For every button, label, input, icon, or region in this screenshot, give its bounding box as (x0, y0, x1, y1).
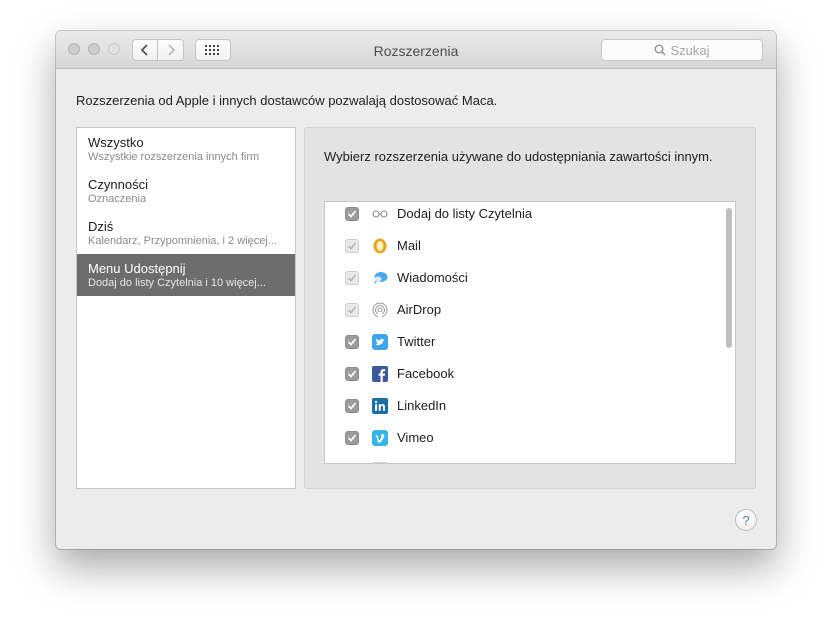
search-icon (655, 44, 666, 56)
extension-label: Dodaj do listy Czytelnia (397, 206, 533, 221)
list-item-linkedin: LinkedIn (325, 390, 721, 422)
facebook-icon (372, 366, 388, 382)
sidebar-item-title: Menu Udostępnij (88, 261, 186, 276)
extension-icon (372, 462, 388, 463)
list-item-vimeo: Vimeo (325, 422, 721, 454)
extension-label: Vimeo (397, 430, 434, 445)
vimeo-icon (372, 430, 388, 446)
extension-checkbox[interactable] (345, 463, 359, 464)
list-item-facebook: Facebook (325, 358, 721, 390)
extension-checkbox[interactable] (345, 431, 359, 445)
sidebar-item-title: Wszystko (88, 135, 144, 150)
list-item-reading-list: Dodaj do listy Czytelnia (325, 202, 721, 230)
panel-instruction: Wybierz rozszerzenia używane do udostępn… (324, 149, 713, 164)
sidebar-item-share-menu[interactable]: Menu Udostępnij Dodaj do listy Czytelnia… (77, 254, 295, 296)
airdrop-icon (372, 302, 388, 318)
extensions-list[interactable]: Dodaj do listy Czytelnia Mail Wiadomości… (324, 201, 736, 464)
checkmark-icon (347, 306, 357, 314)
checkmark-icon (347, 338, 357, 346)
checkmark-icon (347, 210, 357, 218)
extension-checkbox[interactable] (345, 207, 359, 221)
extension-checkbox[interactable] (345, 399, 359, 413)
sidebar-item-subtitle: Oznaczenia (88, 193, 147, 205)
sidebar-item-actions[interactable]: Czynności Oznaczenia (77, 170, 295, 212)
sidebar-item-title: Dziś (88, 219, 114, 234)
title-bar: Rozszerzenia Szukaj (56, 31, 776, 69)
extension-label: Mail (397, 238, 421, 253)
help-label: ? (742, 512, 750, 528)
list-item-airdrop: AirDrop (325, 294, 721, 326)
sidebar-item-subtitle: Kalendarz, Przypomnienia, i 2 więcej... (88, 235, 277, 247)
help-button[interactable]: ? (735, 509, 757, 531)
extension-checkbox[interactable] (345, 335, 359, 349)
sidebar-item-subtitle: Wszystkie rozszerzenia innych firm (88, 151, 260, 163)
reading-list-icon (372, 206, 388, 222)
extension-label: AirDrop (397, 302, 442, 317)
description-text: Rozszerzenia od Apple i innych dostawców… (76, 93, 498, 108)
extension-checkbox (345, 303, 359, 317)
sidebar-item-all[interactable]: Wszystko Wszystkie rozszerzenia innych f… (77, 128, 295, 170)
checkmark-icon (347, 370, 357, 378)
list-item-twitter: Twitter (325, 326, 721, 358)
sidebar-item-title: Czynności (88, 177, 148, 192)
sidebar-item-today[interactable]: Dziś Kalendarz, Przypomnienia, i 2 więce… (77, 212, 295, 254)
sidebar-item-subtitle: Dodaj do listy Czytelnia i 10 więcej... (88, 277, 266, 289)
twitter-icon (372, 334, 388, 350)
list-scrollbar[interactable] (726, 208, 732, 348)
list-item-mail: Mail (325, 230, 721, 262)
extension-checkbox (345, 271, 359, 285)
mail-icon (372, 238, 388, 254)
messages-icon (372, 270, 388, 286)
extension-checkbox[interactable] (345, 367, 359, 381)
list-item-messages: Wiadomości (325, 262, 721, 294)
extensions-sidebar: Wszystko Wszystkie rozszerzenia innych f… (76, 127, 296, 489)
extension-label: LinkedIn (397, 398, 447, 413)
checkmark-icon (347, 434, 357, 442)
checkmark-icon (347, 274, 357, 282)
search-placeholder: Szukaj (670, 42, 710, 58)
preferences-window: Rozszerzenia Szukaj Rozszerzenia od Appl… (56, 31, 776, 549)
extension-label: Twitter (397, 334, 436, 349)
linkedin-icon (372, 398, 388, 414)
search-field[interactable]: Szukaj (601, 39, 763, 61)
checkmark-icon (347, 242, 357, 250)
extension-checkbox (345, 239, 359, 253)
share-menu-panel: Wybierz rozszerzenia używane do udostępn… (304, 127, 756, 489)
extension-label: Facebook (397, 366, 455, 381)
checkmark-icon (347, 402, 357, 410)
list-item-partial (325, 454, 721, 464)
extension-label: Wiadomości (397, 270, 468, 285)
